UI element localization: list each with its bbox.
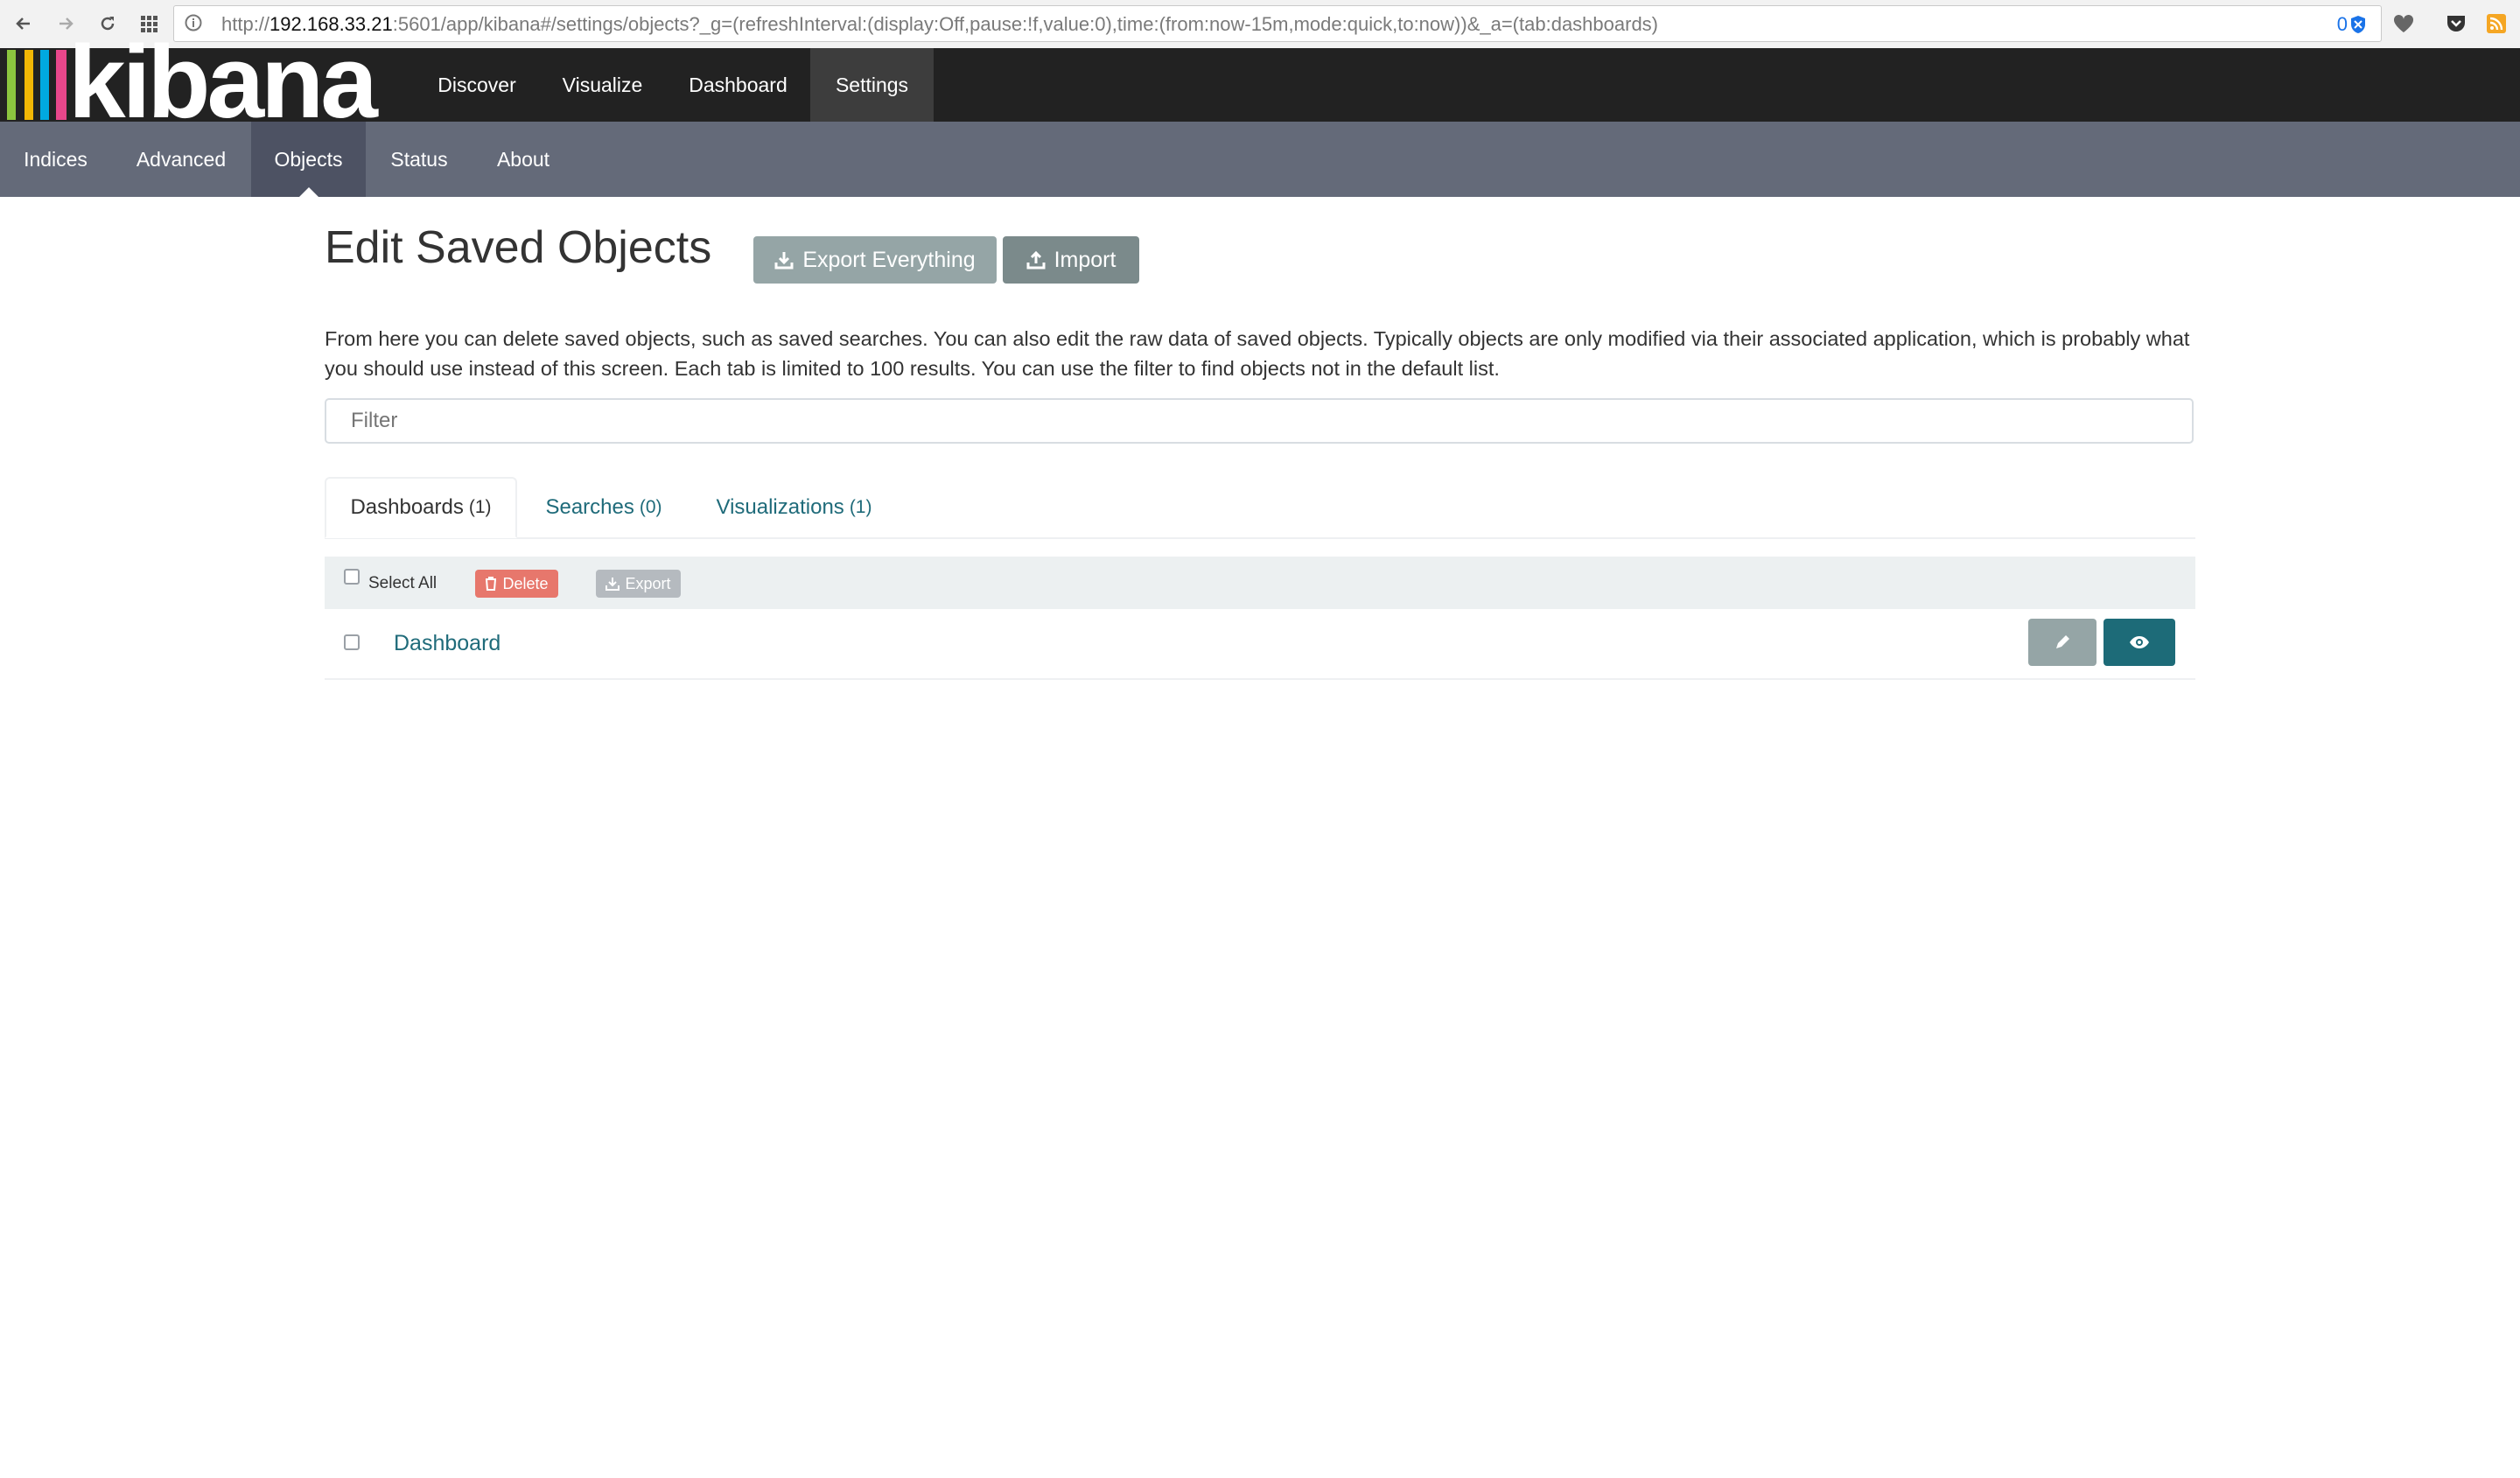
logo-stripe <box>24 50 33 120</box>
view-button[interactable] <box>2104 619 2175 666</box>
subtab-advanced[interactable]: Advanced <box>111 122 251 197</box>
tab-discover[interactable]: Discover <box>415 48 539 122</box>
import-label: Import <box>1054 247 1116 272</box>
tab-label: Dashboard <box>689 73 788 96</box>
logo-text: kibana <box>68 25 378 140</box>
address-bar[interactable]: http://192.168.33.21:5601/app/kibana#/se… <box>173 5 2382 42</box>
export-everything-button[interactable]: Export Everything <box>753 236 997 284</box>
import-button[interactable]: Import <box>1003 236 1139 284</box>
url-text: http://192.168.33.21:5601/app/kibana#/se… <box>221 13 1658 36</box>
rss-icon[interactable] <box>2482 9 2511 39</box>
delete-button[interactable]: Delete <box>475 570 558 598</box>
filter-input[interactable] <box>325 398 2194 444</box>
edit-button[interactable] <box>2028 619 2096 666</box>
tab-dashboards[interactable]: Dashboards (1) <box>325 477 517 538</box>
browser-toolbar: http://192.168.33.21:5601/app/kibana#/se… <box>0 0 2520 49</box>
page-description: From here you can delete saved objects, … <box>325 327 2190 380</box>
pencil-icon <box>2056 635 2069 648</box>
page-title: Edit Saved Objects <box>325 222 712 273</box>
tab-label: Visualizations <box>716 495 844 519</box>
top-navbar: kibana Discover Visualize Dashboard Sett… <box>0 31 2520 134</box>
logo-stripe <box>56 50 66 120</box>
tab-count: (1) <box>849 497 872 517</box>
subtab-label: Advanced <box>136 147 227 171</box>
subtab-label: Objects <box>274 147 343 171</box>
select-all-checkbox[interactable] <box>344 569 360 585</box>
export-label: Export <box>625 574 671 592</box>
subtab-label: About <box>496 147 550 171</box>
tab-count: (1) <box>468 497 492 517</box>
tab-searches[interactable]: Searches (0) <box>528 477 680 538</box>
subtab-label: Status <box>390 147 448 171</box>
logo-stripe <box>7 50 16 120</box>
tab-label: Dashboards <box>350 495 464 519</box>
back-icon[interactable] <box>9 9 38 39</box>
subtab-indices[interactable]: Indices <box>0 122 111 197</box>
tab-settings[interactable]: Settings <box>810 48 934 122</box>
settings-subnav: Indices Advanced Objects Status About <box>0 122 2520 197</box>
tab-label: Visualize <box>562 73 643 96</box>
logo-stripe <box>40 50 49 120</box>
tab-label: Discover <box>438 73 516 96</box>
tab-count: (0) <box>639 497 662 517</box>
pocket-icon[interactable] <box>2441 9 2471 39</box>
download-icon <box>774 252 794 270</box>
trash-icon <box>486 577 497 591</box>
object-title-link[interactable]: Dashboard <box>394 631 500 656</box>
table-row: Dashboard <box>325 610 2195 680</box>
eye-icon <box>2130 636 2149 648</box>
subtab-about[interactable]: About <box>472 122 574 197</box>
tab-visualizations[interactable]: Visualizations (1) <box>700 477 888 538</box>
download-icon <box>606 578 620 591</box>
row-checkbox[interactable] <box>344 634 360 650</box>
subtab-objects[interactable]: Objects <box>251 122 366 197</box>
url-path: :5601/app/kibana#/settings/objects?_g=(r… <box>392 13 1659 35</box>
badge-count: 0 <box>2336 13 2348 35</box>
export-everything-label: Export Everything <box>802 247 976 272</box>
subtab-label: Indices <box>24 147 88 171</box>
tab-dashboard[interactable]: Dashboard <box>666 48 810 122</box>
subtab-status[interactable]: Status <box>366 122 472 197</box>
bulk-actions-bar: Select All Delete Export <box>325 557 2195 609</box>
heart-icon[interactable] <box>2389 9 2418 39</box>
export-selected-button[interactable]: Export <box>596 570 681 598</box>
kibana-logo[interactable]: kibana <box>0 31 413 134</box>
tab-label: Searches <box>545 495 634 519</box>
select-all-label: Select All <box>368 574 438 592</box>
extension-badge[interactable]: 0 <box>2337 13 2367 36</box>
tab-visualize[interactable]: Visualize <box>539 48 666 122</box>
delete-label: Delete <box>502 574 549 592</box>
tab-label: Settings <box>835 73 909 96</box>
upload-icon <box>1026 250 1046 270</box>
shield-icon <box>2351 16 2365 33</box>
